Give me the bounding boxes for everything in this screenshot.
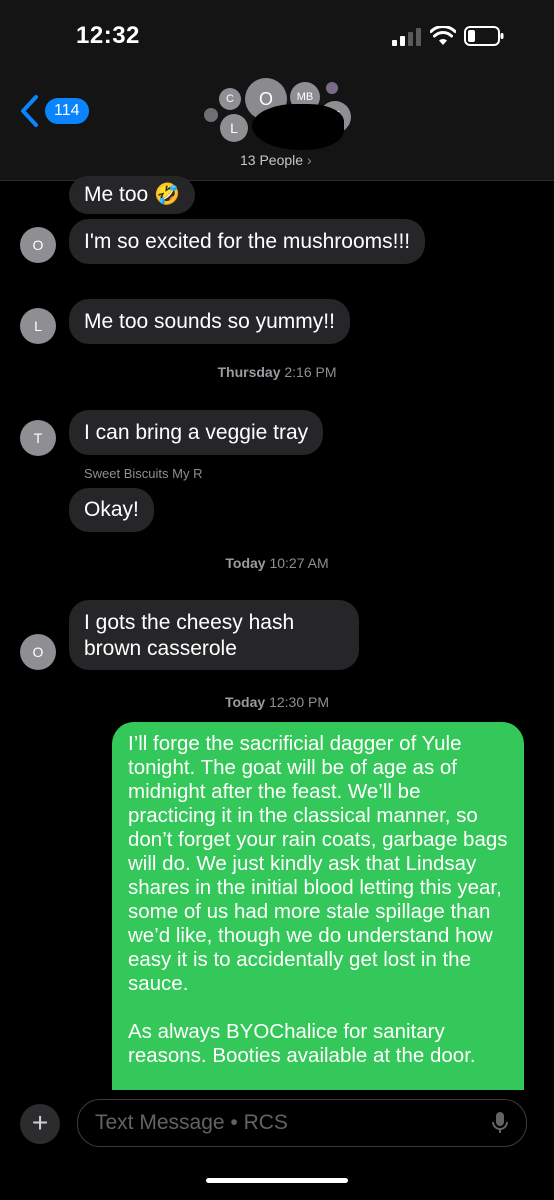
outgoing-message-bubble[interactable]: I’ll forge the sacrificial dagger of Yul… <box>112 722 524 1104</box>
group-avatar-c: C <box>219 88 241 110</box>
message-bubble[interactable]: I'm so excited for the mushrooms!!! <box>69 219 426 264</box>
timestamp-day: Today <box>224 694 266 710</box>
status-time: 12:32 <box>76 22 140 49</box>
timestamp: Today 10:27 AM <box>0 555 554 571</box>
wifi-icon <box>430 26 456 45</box>
home-indicator <box>206 1178 348 1183</box>
message-bubble[interactable]: Me too 🤣 <box>69 176 196 214</box>
timestamp-time: 10:27 AM <box>269 555 329 571</box>
group-people-link[interactable]: 13 People › <box>240 152 312 168</box>
timestamp-day: Thursday <box>217 364 281 380</box>
message-bubble[interactable]: I can bring a veggie tray <box>69 410 324 455</box>
redaction-blot <box>252 104 344 150</box>
microphone-icon[interactable] <box>492 1112 508 1134</box>
message-bubble[interactable]: Me too sounds so yummy!! <box>69 299 350 344</box>
sender-avatar: O <box>20 634 56 670</box>
cellular-signal-icon <box>392 28 421 46</box>
people-count-label: 13 People <box>240 152 304 168</box>
conversation-header: 12:32 114 C O MB L T 13 People › <box>0 0 554 181</box>
timestamp: Today 12:30 PM <box>0 694 554 710</box>
sender-avatar: L <box>20 308 56 344</box>
battery-icon <box>464 26 504 46</box>
message-input[interactable]: Text Message • RCS <box>77 1099 527 1147</box>
sender-avatar: O <box>20 227 56 263</box>
timestamp-time: 12:30 PM <box>269 694 330 710</box>
message-bubble[interactable]: I gots the cheesy hash brown casserole <box>69 600 359 670</box>
message-input-placeholder: Text Message • RCS <box>95 1111 288 1134</box>
plus-button[interactable]: + <box>20 1104 60 1144</box>
timestamp: Thursday 2:16 PM <box>0 364 554 380</box>
message-bubble[interactable]: Okay! <box>69 488 154 532</box>
group-avatar-l: L <box>220 114 248 142</box>
sender-name-label: Sweet Biscuits My R <box>84 466 203 481</box>
unread-count-badge[interactable]: 114 <box>45 98 89 124</box>
chevron-right-icon: › <box>306 152 312 168</box>
timestamp-time: 2:16 PM <box>284 364 337 380</box>
timestamp-day: Today <box>225 555 266 571</box>
group-avatar-dot <box>204 108 218 122</box>
sender-avatar: T <box>20 420 56 456</box>
back-chevron-icon[interactable] <box>18 94 42 128</box>
group-avatar-photo <box>326 82 338 94</box>
